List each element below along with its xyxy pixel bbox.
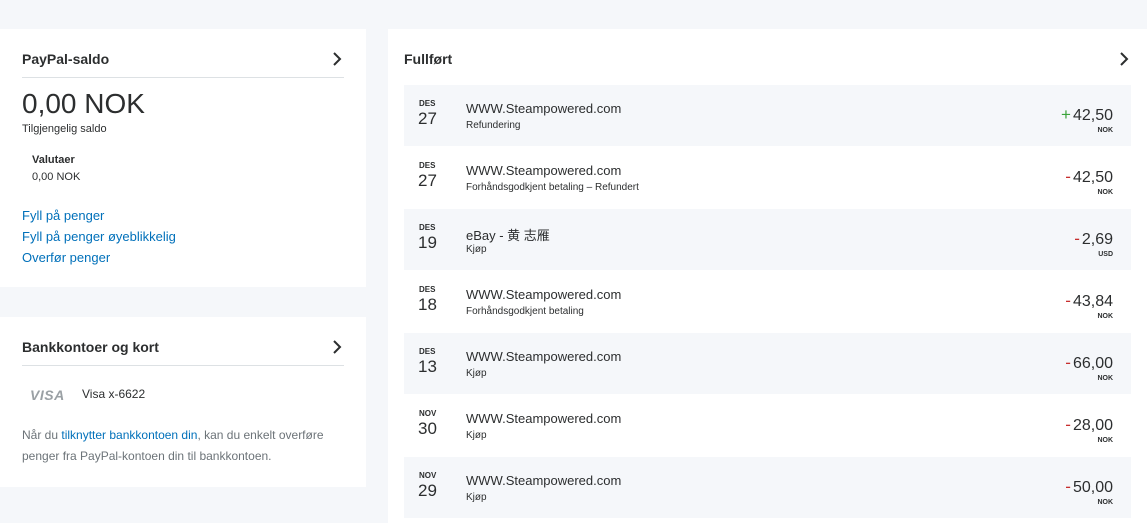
transaction-amount: +42,50: [1061, 105, 1113, 125]
transaction-name: WWW.Steampowered.com: [466, 473, 622, 488]
transaction-name: WWW.Steampowered.com: [466, 349, 622, 364]
transaction-month: DES: [419, 347, 436, 356]
transaction-type: Forhåndsgodkjent betaling: [466, 306, 584, 317]
transaction-amount: -50,00: [1065, 477, 1113, 497]
transaction-row[interactable]: DES 19 eBay - 黄 志雁 Kjøp -2,69 USD: [404, 209, 1131, 271]
transaction-amount: -28,00: [1065, 415, 1113, 435]
amount-value: 28,00: [1072, 417, 1113, 434]
minus-sign-icon: -: [1074, 229, 1080, 248]
transaction-day: 13: [418, 357, 437, 376]
transaction-currency: NOK: [1097, 375, 1113, 382]
minus-sign-icon: -: [1065, 291, 1071, 310]
add-money-instant-link[interactable]: Fyll på penger øyeblikkelig: [22, 226, 176, 247]
currencies-label: Valutaer: [32, 154, 75, 166]
transaction-month: DES: [419, 223, 436, 232]
minus-sign-icon: -: [1065, 415, 1071, 434]
bank-info-text: Når du tilknytter bankkontoen din, kan d…: [22, 425, 352, 467]
balance-card: PayPal-saldo 0,00 NOK Tilgjengelig saldo…: [0, 29, 366, 287]
transaction-currency: NOK: [1097, 313, 1113, 320]
amount-value: 42,50: [1072, 107, 1113, 124]
transfer-money-link[interactable]: Overfør penger: [22, 247, 176, 268]
transaction-day: 29: [418, 481, 437, 500]
bank-title: Bankkontoer og kort: [22, 339, 159, 355]
balance-subtitle: Tilgjengelig saldo: [22, 123, 107, 135]
amount-value: 2,69: [1081, 231, 1113, 248]
card-number[interactable]: Visa x-6622: [82, 387, 145, 401]
activity-title: Fullført: [404, 51, 453, 67]
transaction-type: Forhåndsgodkjent betaling – Refundert: [466, 182, 639, 193]
transaction-type: Refundering: [466, 120, 521, 131]
chevron-right-icon[interactable]: [1117, 49, 1131, 69]
transaction-name: eBay - 黄 志雁: [466, 228, 550, 243]
transaction-day: 19: [418, 233, 437, 252]
transaction-row[interactable]: DES 27 WWW.Steampowered.com Forhåndsgodk…: [404, 147, 1131, 209]
transaction-day: 27: [418, 109, 437, 128]
transaction-row[interactable]: NOV 30 WWW.Steampowered.com Kjøp -28,00 …: [404, 395, 1131, 457]
plus-sign-icon: +: [1061, 105, 1071, 124]
transaction-type: Kjøp: [466, 368, 487, 379]
transaction-type: Kjøp: [466, 244, 487, 255]
transaction-day: 27: [418, 171, 437, 190]
transaction-amount: -66,00: [1065, 353, 1113, 373]
minus-sign-icon: -: [1065, 477, 1071, 496]
transaction-day: 30: [418, 419, 437, 438]
balance-header[interactable]: PayPal-saldo: [22, 49, 344, 78]
transaction-row[interactable]: DES 27 WWW.Steampowered.com Refundering …: [404, 85, 1131, 147]
activity-header[interactable]: Fullført: [404, 49, 1131, 78]
transaction-currency: NOK: [1097, 127, 1113, 134]
transaction-name: WWW.Steampowered.com: [466, 101, 622, 116]
transaction-month: NOV: [419, 471, 437, 480]
transaction-currency: USD: [1098, 251, 1113, 258]
transaction-row[interactable]: NOV 29 WWW.Steampowered.com Kjøp -50,00 …: [404, 457, 1131, 519]
amount-value: 50,00: [1072, 479, 1113, 496]
transaction-amount: -43,84: [1065, 291, 1113, 311]
transaction-amount: -42,50: [1065, 167, 1113, 187]
transaction-type: Kjøp: [466, 492, 487, 503]
chevron-right-icon[interactable]: [330, 49, 344, 69]
transaction-row[interactable]: DES 18 WWW.Steampowered.com Forhåndsgodk…: [404, 271, 1131, 333]
amount-value: 43,84: [1072, 293, 1113, 310]
add-money-link[interactable]: Fyll på penger: [22, 205, 176, 226]
transaction-currency: NOK: [1097, 189, 1113, 196]
bank-card: Bankkontoer og kort VISA Visa x-6622 Når…: [0, 317, 366, 487]
visa-logo-icon: VISA: [30, 387, 65, 403]
balance-amount: 0,00 NOK: [22, 88, 145, 119]
chevron-right-icon[interactable]: [330, 337, 344, 357]
transaction-type: Kjøp: [466, 430, 487, 441]
currencies-value: 0,00 NOK: [32, 171, 81, 183]
balance-title: PayPal-saldo: [22, 51, 110, 67]
activity-card: Fullført DES 27 WWW.Steampowered.com Ref…: [388, 29, 1147, 523]
link-bank-account-link[interactable]: tilknytter bankkontoen din: [61, 428, 197, 442]
transaction-day: 18: [418, 295, 437, 314]
bank-header[interactable]: Bankkontoer og kort: [22, 337, 344, 366]
balance-links: Fyll på penger Fyll på penger øyeblikkel…: [22, 205, 176, 268]
minus-sign-icon: -: [1065, 167, 1071, 186]
transaction-name: WWW.Steampowered.com: [466, 163, 622, 178]
minus-sign-icon: -: [1065, 353, 1071, 372]
amount-value: 42,50: [1072, 169, 1113, 186]
transaction-month: NOV: [419, 409, 437, 418]
transaction-name: WWW.Steampowered.com: [466, 287, 622, 302]
bank-text-before: Når du: [22, 428, 62, 442]
transaction-month: DES: [419, 99, 436, 108]
transaction-row[interactable]: DES 13 WWW.Steampowered.com Kjøp -66,00 …: [404, 333, 1131, 395]
transaction-month: DES: [419, 161, 436, 170]
transaction-list: DES 27 WWW.Steampowered.com Refundering …: [404, 85, 1131, 519]
transaction-currency: NOK: [1097, 499, 1113, 506]
transaction-month: DES: [419, 285, 436, 294]
amount-value: 66,00: [1072, 355, 1113, 372]
transaction-amount: -2,69: [1074, 229, 1113, 249]
transaction-currency: NOK: [1097, 437, 1113, 444]
transaction-name: WWW.Steampowered.com: [466, 411, 622, 426]
